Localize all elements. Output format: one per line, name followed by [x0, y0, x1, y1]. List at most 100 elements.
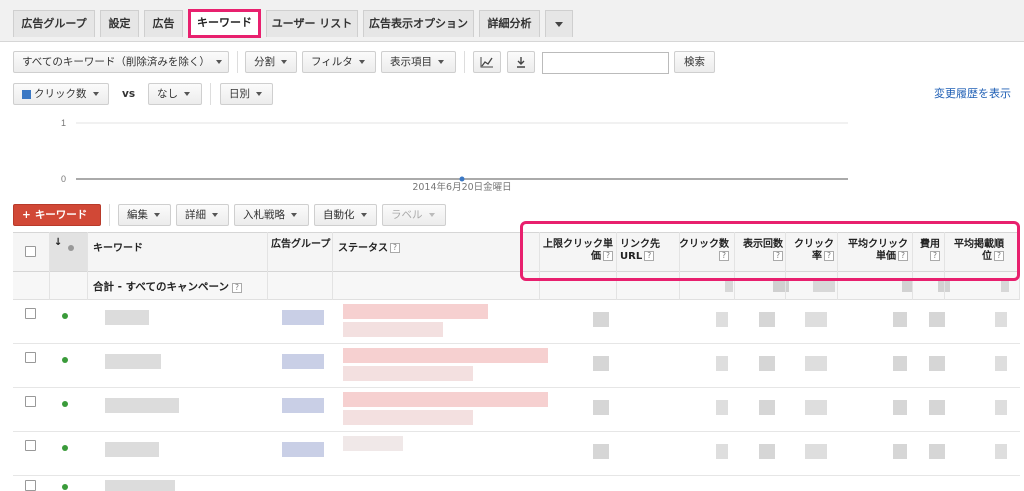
table-row[interactable] [13, 344, 1020, 388]
bid-strategy-label: 入札戦略 [243, 209, 285, 221]
select-all-checkbox[interactable] [25, 246, 36, 257]
columns-dropdown[interactable]: 表示項目 [381, 51, 456, 73]
keyword-filter-dropdown[interactable]: すべてのキーワード（削除済みを除く） [13, 51, 229, 73]
tab-user-lists[interactable]: ユーザー リスト [266, 10, 358, 37]
segment-dropdown[interactable]: 分割 [245, 51, 297, 73]
tab-dimensions[interactable]: 詳細分析 [479, 10, 540, 37]
redacted-value [725, 280, 733, 292]
status-sort-column[interactable]: ↓ [49, 233, 87, 271]
status-dot-icon [62, 313, 68, 319]
download-button[interactable] [507, 51, 535, 73]
period-dropdown[interactable]: 日別 [220, 83, 273, 105]
redacted-value [759, 400, 775, 415]
redacted-value [593, 444, 609, 459]
data-point[interactable] [459, 176, 465, 182]
header-keyword[interactable]: キーワード [93, 233, 263, 273]
row-checkbox[interactable] [25, 308, 36, 319]
help-icon[interactable]: ? [824, 251, 834, 261]
edit-dropdown[interactable]: 編集 [118, 204, 171, 226]
help-icon[interactable]: ? [390, 243, 400, 253]
redacted-keyword [105, 442, 159, 457]
header-adgroup[interactable]: 広告グループ [271, 233, 331, 273]
redacted-value [929, 356, 945, 371]
header-destination-url[interactable]: リンク先URL? [620, 233, 678, 273]
chevron-down-icon [92, 92, 99, 96]
redacted-value [995, 444, 1007, 459]
redacted-keyword [105, 354, 161, 369]
redacted-value [929, 400, 945, 415]
header-status-label: ステータス [338, 243, 388, 254]
help-icon[interactable]: ? [930, 251, 940, 261]
help-icon[interactable]: ? [644, 251, 655, 261]
tab-adgroups[interactable]: 広告グループ [13, 10, 95, 37]
help-icon[interactable]: ? [719, 251, 729, 261]
chevron-down-icon [428, 213, 435, 217]
redacted-adgroup [282, 354, 324, 369]
filter-dropdown[interactable]: フィルタ [302, 51, 376, 73]
redacted-adgroup [282, 398, 324, 413]
metric-1-dropdown[interactable]: クリック数 [13, 83, 109, 105]
details-label: 詳細 [185, 209, 206, 221]
tab-bar: 広告グループ 設定 広告 キーワード ユーザー リスト 広告表示オプション 詳細… [0, 0, 1024, 42]
header-status[interactable]: ステータス? [338, 233, 528, 273]
header-max-cpc[interactable]: 上限クリック単価? [541, 233, 613, 273]
header-clicks[interactable]: クリック数? [679, 233, 729, 273]
chevron-down-icon [438, 60, 444, 64]
header-cost-label: 費用 [920, 239, 940, 250]
redacted-value [893, 400, 907, 415]
table-row[interactable] [13, 300, 1020, 344]
tab-ad-extensions[interactable]: 広告表示オプション [363, 10, 474, 37]
help-icon[interactable]: ? [773, 251, 783, 261]
header-ctr[interactable]: クリック率? [789, 233, 834, 273]
divider [210, 83, 211, 105]
header-impressions[interactable]: 表示回数? [737, 233, 783, 273]
add-keyword-button[interactable]: + キーワード [13, 204, 101, 226]
chevron-down-icon [358, 60, 365, 64]
redacted-value [929, 312, 945, 327]
row-checkbox[interactable] [25, 396, 36, 407]
search-input[interactable] [542, 52, 669, 74]
help-icon[interactable]: ? [994, 251, 1004, 261]
tab-settings[interactable]: 設定 [100, 10, 139, 37]
change-history-link[interactable]: 変更履歴を表示 [934, 85, 1011, 101]
redacted-value [773, 280, 789, 292]
chevron-down-icon [184, 92, 190, 96]
bid-strategy-dropdown[interactable]: 入札戦略 [234, 204, 309, 226]
metric-2-dropdown[interactable]: なし [148, 83, 202, 105]
redacted-value [593, 400, 609, 415]
summary-label: 合計 - すべてのキャンペーン? [93, 279, 242, 294]
chevron-down-icon [154, 213, 160, 217]
row-checkbox[interactable] [25, 440, 36, 451]
redacted-adgroup [282, 442, 324, 457]
help-icon[interactable]: ? [898, 251, 908, 261]
table-row[interactable] [13, 388, 1020, 432]
chart-toggle-button[interactable] [473, 51, 501, 73]
status-dot-icon [68, 245, 74, 251]
redacted-value [805, 444, 827, 459]
table-row[interactable] [13, 432, 1020, 476]
search-button[interactable]: 検索 [674, 51, 715, 73]
header-impressions-label: 表示回数 [743, 239, 783, 250]
automate-label: 自動化 [323, 209, 355, 221]
tab-more-button[interactable] [545, 10, 573, 37]
redacted-value [716, 312, 728, 327]
header-cost[interactable]: 費用? [912, 233, 940, 273]
redacted-value [716, 400, 728, 415]
help-icon[interactable]: ? [232, 283, 242, 293]
redacted-status [343, 366, 473, 381]
header-avg-cpc[interactable]: 平均クリック単価? [840, 233, 908, 273]
header-avg-position[interactable]: 平均掲載順位? [946, 233, 1004, 273]
row-checkbox[interactable] [25, 352, 36, 363]
row-checkbox[interactable] [25, 480, 36, 491]
automate-dropdown[interactable]: 自動化 [314, 204, 377, 226]
help-icon[interactable]: ? [603, 251, 613, 261]
details-dropdown[interactable]: 詳細 [176, 204, 229, 226]
tab-ads[interactable]: 広告 [144, 10, 183, 37]
label-label: ラベル [391, 209, 423, 221]
tab-keywords[interactable]: キーワード [188, 9, 261, 38]
line-chart-icon [480, 57, 493, 68]
table-row[interactable] [13, 476, 1020, 491]
metric-2-label: なし [157, 88, 178, 100]
redacted-value [893, 312, 907, 327]
redacted-value [995, 356, 1007, 371]
